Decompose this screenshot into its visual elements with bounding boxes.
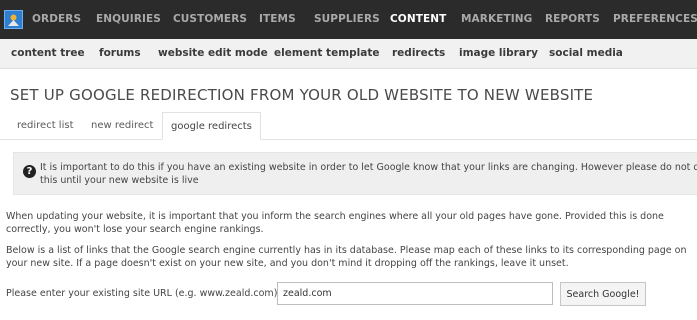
tab-redirect-list[interactable]: redirect list: [9, 112, 82, 140]
topnav-preferences[interactable]: PREFERENCES: [613, 13, 697, 25]
topnav-enquiries[interactable]: ENQUIRIES: [96, 13, 161, 25]
subnav-redirects[interactable]: redirects: [392, 47, 445, 59]
page: ORDERS ENQUIRIES CUSTOMERS ITEMS SUPPLIE…: [0, 0, 697, 320]
topnav-reports[interactable]: REPORTS: [545, 13, 600, 25]
zeald-logo-icon[interactable]: [4, 10, 23, 29]
topnav-suppliers[interactable]: SUPPLIERS: [314, 13, 380, 25]
tab-new-redirect[interactable]: new redirect: [83, 112, 161, 140]
subnav-social-media[interactable]: social media: [549, 47, 623, 59]
topnav-marketing[interactable]: MARKETING: [461, 13, 532, 25]
instructions-paragraph: Below is a list of links that the Google…: [6, 245, 687, 269]
subnav-website-edit-mode[interactable]: website edit mode: [158, 47, 268, 59]
tab-google-redirects[interactable]: google redirects: [162, 112, 261, 140]
topnav-items[interactable]: ITEMS: [259, 13, 296, 25]
subnav-image-library[interactable]: image library: [459, 47, 538, 59]
site-url-label: Please enter your existing site URL (e.g…: [6, 288, 281, 299]
topnav-content[interactable]: CONTENT: [390, 13, 446, 25]
info-notice: ? It is important to do this if you have…: [13, 152, 697, 195]
page-title: SET UP GOOGLE REDIRECTION FROM YOUR OLD …: [10, 86, 594, 104]
google-redirects-panel: ? It is important to do this if you have…: [0, 140, 697, 320]
redirect-tabs: redirect list new redirect google redire…: [0, 112, 697, 140]
intro-paragraph: When updating your website, it is import…: [6, 211, 664, 235]
top-navigation-bar: ORDERS ENQUIRIES CUSTOMERS ITEMS SUPPLIE…: [0, 0, 697, 39]
site-url-input[interactable]: [277, 282, 553, 305]
topnav-customers[interactable]: CUSTOMERS: [173, 13, 247, 25]
question-icon: ?: [23, 165, 36, 178]
content-sub-navigation: content tree forums website edit mode el…: [0, 39, 697, 69]
search-google-button[interactable]: Search Google!: [560, 282, 646, 306]
subnav-element-template[interactable]: element template: [274, 47, 379, 59]
subnav-forums[interactable]: forums: [99, 47, 141, 59]
notice-text: It is important to do this if you have a…: [40, 162, 697, 186]
topnav-orders[interactable]: ORDERS: [32, 13, 81, 25]
subnav-content-tree[interactable]: content tree: [11, 47, 85, 59]
